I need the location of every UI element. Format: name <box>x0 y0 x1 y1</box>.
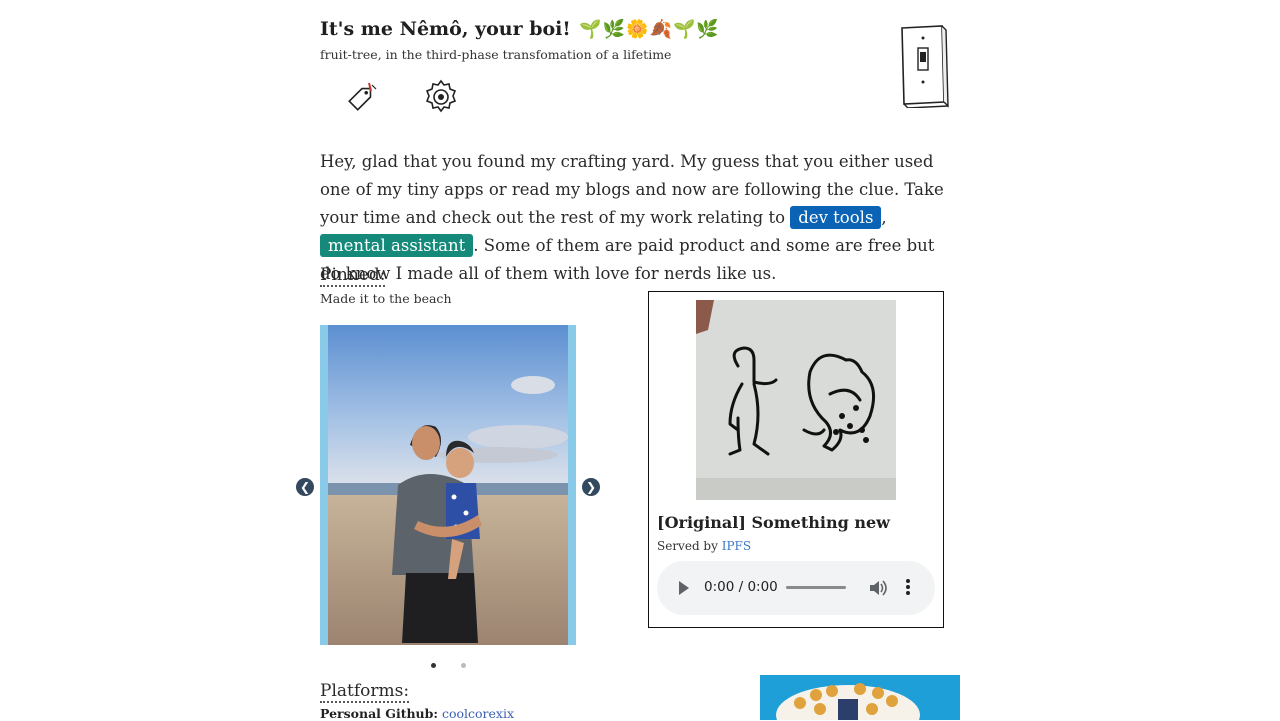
title-text: It's me Nêmô, your boi! <box>320 18 571 40</box>
album-cover <box>696 300 896 500</box>
carousel-next-button[interactable]: ❯ <box>582 478 600 496</box>
music-card: [Original] Something new Served by IPFS … <box>648 291 944 628</box>
github-link[interactable]: coolcorexix <box>442 706 514 721</box>
ipfs-link[interactable]: IPFS <box>722 539 751 553</box>
github-label: Personal Github: <box>320 706 438 721</box>
github-line: Personal Github: coolcorexix <box>320 706 514 721</box>
volume-icon[interactable] <box>868 578 888 598</box>
audio-player: 0:00 / 0:00 <box>657 561 935 615</box>
mental-assistant-link[interactable]: mental assistant <box>320 234 474 257</box>
play-icon[interactable] <box>679 581 689 595</box>
carousel-dot-1[interactable] <box>431 663 436 668</box>
photo-carousel <box>320 325 576 645</box>
dev-tools-link[interactable]: dev tools <box>790 206 882 229</box>
page-title: It's me Nêmô, your boi! 🌱🌿🌼🍂🌱🌿 <box>320 18 720 40</box>
intro-separator: , <box>881 208 887 227</box>
audio-seek-bar[interactable] <box>786 586 846 589</box>
more-options-icon[interactable] <box>903 578 913 598</box>
photo-caption: Made it to the beach <box>320 291 452 306</box>
light-switch-icon[interactable] <box>898 22 950 108</box>
platforms-heading: Platforms: <box>320 681 410 703</box>
beach-photo <box>328 325 568 645</box>
intro-paragraph: Hey, glad that you found my crafting yar… <box>320 148 950 288</box>
carousel-dot-2[interactable] <box>461 663 466 668</box>
pinned-heading: Pinned: <box>320 265 386 287</box>
title-emoji: 🌱🌿🌼🍂🌱🌿 <box>579 19 720 40</box>
served-prefix: Served by <box>657 539 722 553</box>
gear-icon[interactable] <box>421 77 461 117</box>
audio-time: 0:00 / 0:00 <box>704 579 778 595</box>
tag-icon[interactable] <box>342 77 382 117</box>
served-by: Served by IPFS <box>657 539 751 553</box>
page: It's me Nêmô, your boi! 🌱🌿🌼🍂🌱🌿 fruit-tre… <box>296 0 960 721</box>
platform-thumbnail <box>760 675 960 720</box>
carousel-prev-button[interactable]: ❮ <box>296 478 314 496</box>
page-subtitle: fruit-tree, in the third-phase transfoma… <box>320 47 672 62</box>
song-title: [Original] Something new <box>657 513 890 532</box>
